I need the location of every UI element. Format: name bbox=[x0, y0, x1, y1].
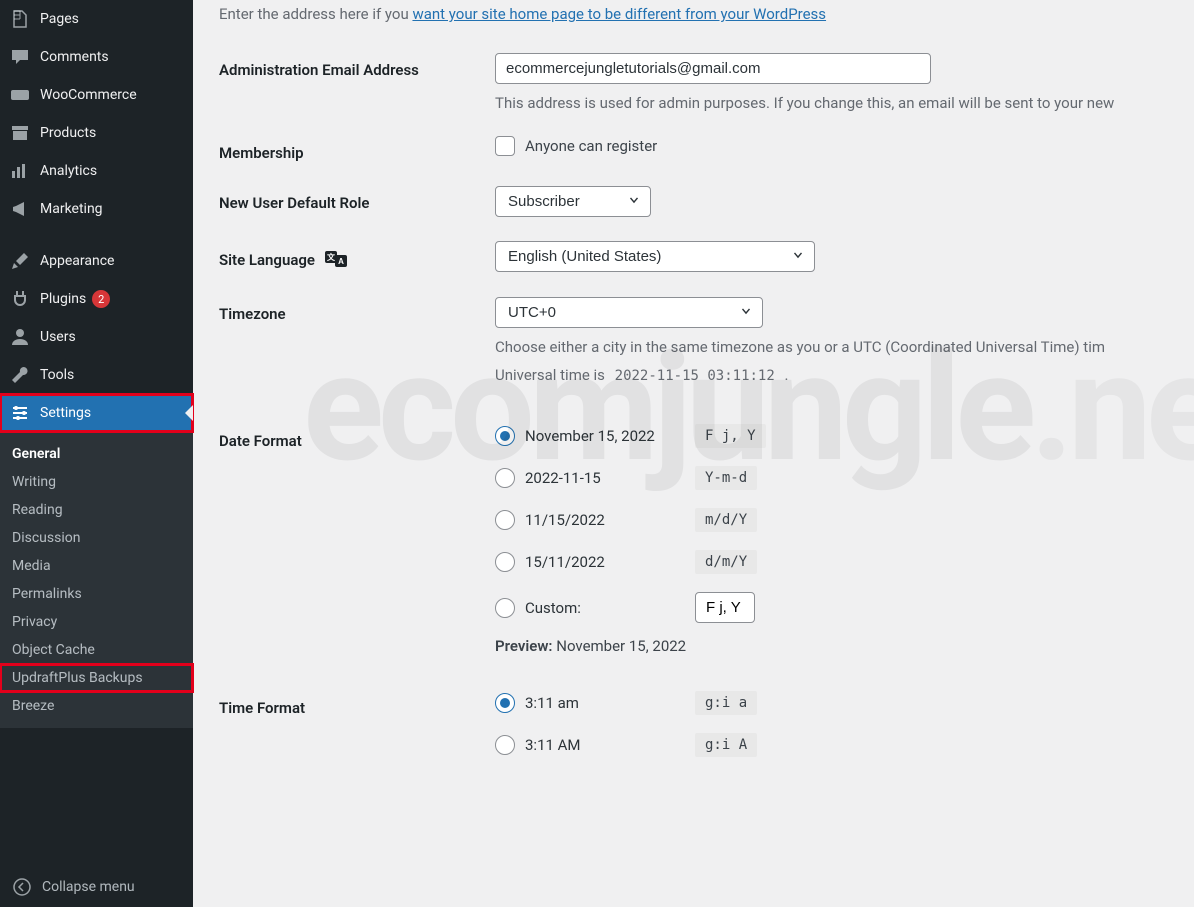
submenu-item-updraftplus-backups[interactable]: UpdraftPlus Backups bbox=[0, 664, 193, 692]
wrench-icon bbox=[10, 365, 30, 385]
woo-icon bbox=[10, 85, 30, 105]
pages-icon bbox=[10, 9, 30, 29]
submenu-item-media[interactable]: Media bbox=[0, 552, 193, 580]
chart-icon bbox=[10, 161, 30, 181]
date-format-code: Y-m-d bbox=[695, 466, 757, 490]
sidebar-item-products[interactable]: Products bbox=[0, 114, 193, 152]
submenu-item-general[interactable]: General bbox=[0, 440, 193, 468]
sidebar-item-users[interactable]: Users bbox=[0, 318, 193, 356]
comment-icon bbox=[10, 47, 30, 67]
timezone-description: Choose either a city in the same timezon… bbox=[495, 338, 1194, 356]
sidebar-item-woocommerce[interactable]: WooCommerce bbox=[0, 76, 193, 114]
universal-time-text: Universal time is 2022-11-15 03:11:12 . bbox=[495, 366, 1194, 384]
timezone-select[interactable]: UTC+0 bbox=[495, 297, 763, 328]
anyone-can-register-checkbox[interactable] bbox=[495, 136, 515, 156]
translate-icon: 文A bbox=[325, 249, 347, 273]
submenu-item-privacy[interactable]: Privacy bbox=[0, 608, 193, 636]
user-icon bbox=[10, 327, 30, 347]
sidebar-item-appearance[interactable]: Appearance bbox=[0, 242, 193, 280]
collapse-menu-button[interactable]: Collapse menu bbox=[0, 867, 193, 907]
sidebar-item-plugins[interactable]: Plugins 2 bbox=[0, 280, 193, 318]
sidebar-item-label: Users bbox=[40, 329, 76, 345]
update-badge: 2 bbox=[92, 290, 110, 308]
site-address-help-link[interactable]: want your site home page to be different… bbox=[412, 5, 826, 23]
submenu-item-object-cache[interactable]: Object Cache bbox=[0, 636, 193, 664]
date-format-option-label: 2022-11-15 bbox=[525, 469, 695, 487]
sidebar-item-comments[interactable]: Comments bbox=[0, 38, 193, 76]
time-format-option-label: 3:11 am bbox=[525, 694, 695, 712]
site-language-select[interactable]: English (United States) bbox=[495, 241, 815, 272]
default-role-label: New User Default Role bbox=[219, 186, 495, 217]
settings-general-content: ecomjungle.net Enter the address here if… bbox=[193, 0, 1194, 907]
sidebar-item-label: Settings bbox=[40, 405, 91, 421]
submenu-item-breeze[interactable]: Breeze bbox=[0, 692, 193, 720]
submenu-item-reading[interactable]: Reading bbox=[0, 496, 193, 524]
time-format-label: Time Format bbox=[219, 691, 495, 757]
collapse-menu-label: Collapse menu bbox=[42, 879, 135, 895]
timezone-label: Timezone bbox=[219, 297, 495, 384]
svg-text:A: A bbox=[338, 257, 344, 266]
collapse-icon bbox=[12, 877, 32, 897]
anyone-can-register-label: Anyone can register bbox=[525, 137, 657, 155]
site-address-description: Enter the address here if you want your … bbox=[219, 5, 1194, 23]
archive-icon bbox=[10, 123, 30, 143]
sidebar-item-label: Pages bbox=[40, 11, 79, 27]
membership-label: Membership bbox=[219, 136, 495, 162]
time-format-radio-1[interactable] bbox=[495, 735, 515, 755]
date-format-radio-1[interactable] bbox=[495, 468, 515, 488]
sidebar-item-marketing[interactable]: Marketing bbox=[0, 190, 193, 228]
time-format-radio-0[interactable] bbox=[495, 693, 515, 713]
date-format-radio-2[interactable] bbox=[495, 510, 515, 530]
date-format-custom-radio[interactable] bbox=[495, 598, 515, 618]
date-format-label: Date Format bbox=[219, 424, 495, 655]
admin-email-label: Administration Email Address bbox=[219, 53, 495, 112]
sidebar-item-pages[interactable]: Pages bbox=[0, 0, 193, 38]
active-arrow-icon bbox=[185, 405, 193, 421]
megaphone-icon bbox=[10, 199, 30, 219]
date-format-code: m/d/Y bbox=[695, 508, 757, 532]
sidebar-item-label: Analytics bbox=[40, 163, 97, 179]
time-format-code: g:i A bbox=[695, 733, 757, 757]
brush-icon bbox=[10, 251, 30, 271]
submenu-item-writing[interactable]: Writing bbox=[0, 468, 193, 496]
date-format-code: F j, Y bbox=[695, 424, 766, 448]
date-format-custom-label: Custom: bbox=[525, 599, 695, 617]
admin-sidebar: Pages Comments WooCommerce Products Analytic… bbox=[0, 0, 193, 907]
date-format-code: d/m/Y bbox=[695, 550, 757, 574]
sidebar-item-label: Marketing bbox=[40, 201, 103, 217]
svg-text:文: 文 bbox=[327, 252, 336, 262]
sidebar-item-tools[interactable]: Tools bbox=[0, 356, 193, 394]
date-format-option-label: 15/11/2022 bbox=[525, 553, 695, 571]
date-format-option-label: 11/15/2022 bbox=[525, 511, 695, 529]
sliders-icon bbox=[10, 403, 30, 423]
sidebar-item-settings[interactable]: Settings bbox=[0, 394, 193, 432]
sidebar-item-label: Products bbox=[40, 125, 96, 141]
time-format-option-label: 3:11 AM bbox=[525, 736, 695, 754]
date-format-custom-input[interactable] bbox=[695, 592, 755, 623]
sidebar-item-label: Appearance bbox=[40, 253, 114, 269]
date-format-preview: Preview: November 15, 2022 bbox=[495, 637, 1194, 655]
sidebar-item-label: Comments bbox=[40, 49, 109, 65]
date-format-radio-3[interactable] bbox=[495, 552, 515, 572]
date-format-option-label: November 15, 2022 bbox=[525, 427, 695, 445]
date-format-radio-0[interactable] bbox=[495, 426, 515, 446]
sidebar-item-label: Plugins bbox=[40, 291, 86, 307]
settings-submenu: GeneralWritingReadingDiscussionMediaPerm… bbox=[0, 432, 193, 728]
site-language-label: Site Language 文A bbox=[219, 241, 495, 273]
sidebar-item-analytics[interactable]: Analytics bbox=[0, 152, 193, 190]
time-format-code: g:i a bbox=[695, 691, 757, 715]
admin-email-input[interactable] bbox=[495, 53, 931, 84]
default-role-select[interactable]: Subscriber bbox=[495, 186, 651, 217]
admin-email-description: This address is used for admin purposes.… bbox=[495, 94, 1194, 112]
plug-icon bbox=[10, 289, 30, 309]
submenu-item-permalinks[interactable]: Permalinks bbox=[0, 580, 193, 608]
sidebar-item-label: WooCommerce bbox=[40, 87, 137, 103]
submenu-item-discussion[interactable]: Discussion bbox=[0, 524, 193, 552]
sidebar-item-label: Tools bbox=[40, 367, 74, 383]
